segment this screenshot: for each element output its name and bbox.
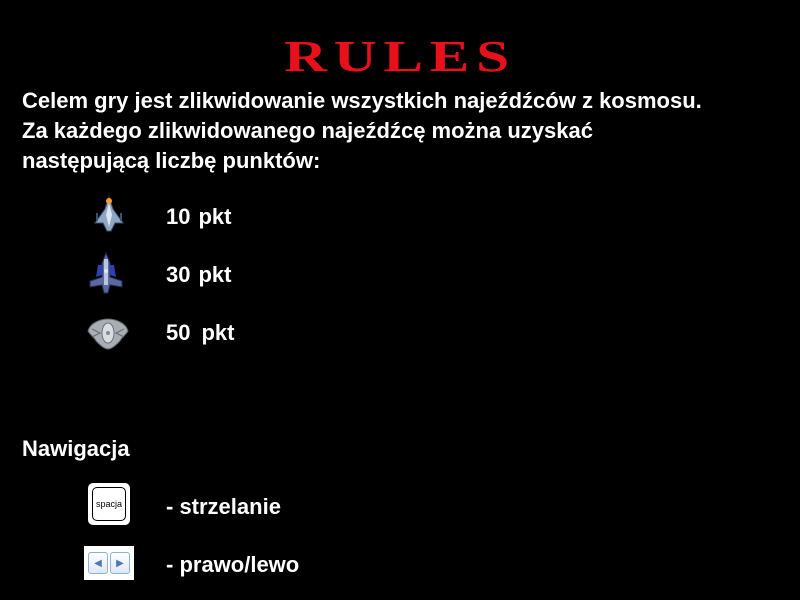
small-fighter-ship-icon (89, 193, 129, 237)
move-instruction: - prawo/lewo (166, 552, 300, 577)
enemy-points-50: 50 pkt (166, 320, 234, 346)
blue-fighter-ship-icon (86, 251, 126, 295)
points-value: 10 (166, 204, 191, 229)
points-unit: pkt (198, 204, 232, 229)
enemy-points-10: 10 pkt (166, 204, 231, 230)
points-value: 50 (166, 320, 191, 345)
intro-text: Celem gry jest zlikwidowanie wszystkich … (22, 86, 792, 176)
intro-line-1: Celem gry jest zlikwidowanie wszystkich … (22, 88, 702, 113)
winged-saucer-ship-icon (86, 311, 130, 355)
points-unit: pkt (198, 262, 232, 287)
intro-line-2: Za każdego zlikwidowanego najeźdźcę możn… (22, 118, 593, 143)
navigation-heading: Nawigacja (22, 436, 130, 461)
right-arrow-icon: ▶ (110, 552, 130, 574)
points-unit: pkt (201, 320, 235, 345)
enemy-points-30: 30 pkt (166, 262, 231, 288)
arrow-keys-icon: ◀ ▶ (84, 546, 134, 580)
intro-line-3: następującą liczbę punktów: (22, 148, 321, 173)
points-value: 30 (166, 262, 191, 287)
page-title: RULES (284, 32, 516, 81)
space-key-icon: spacja (88, 483, 130, 525)
left-arrow-icon: ◀ (88, 552, 108, 574)
space-key-label: spacja (92, 487, 126, 521)
shoot-instruction: - strzelanie (166, 494, 281, 519)
